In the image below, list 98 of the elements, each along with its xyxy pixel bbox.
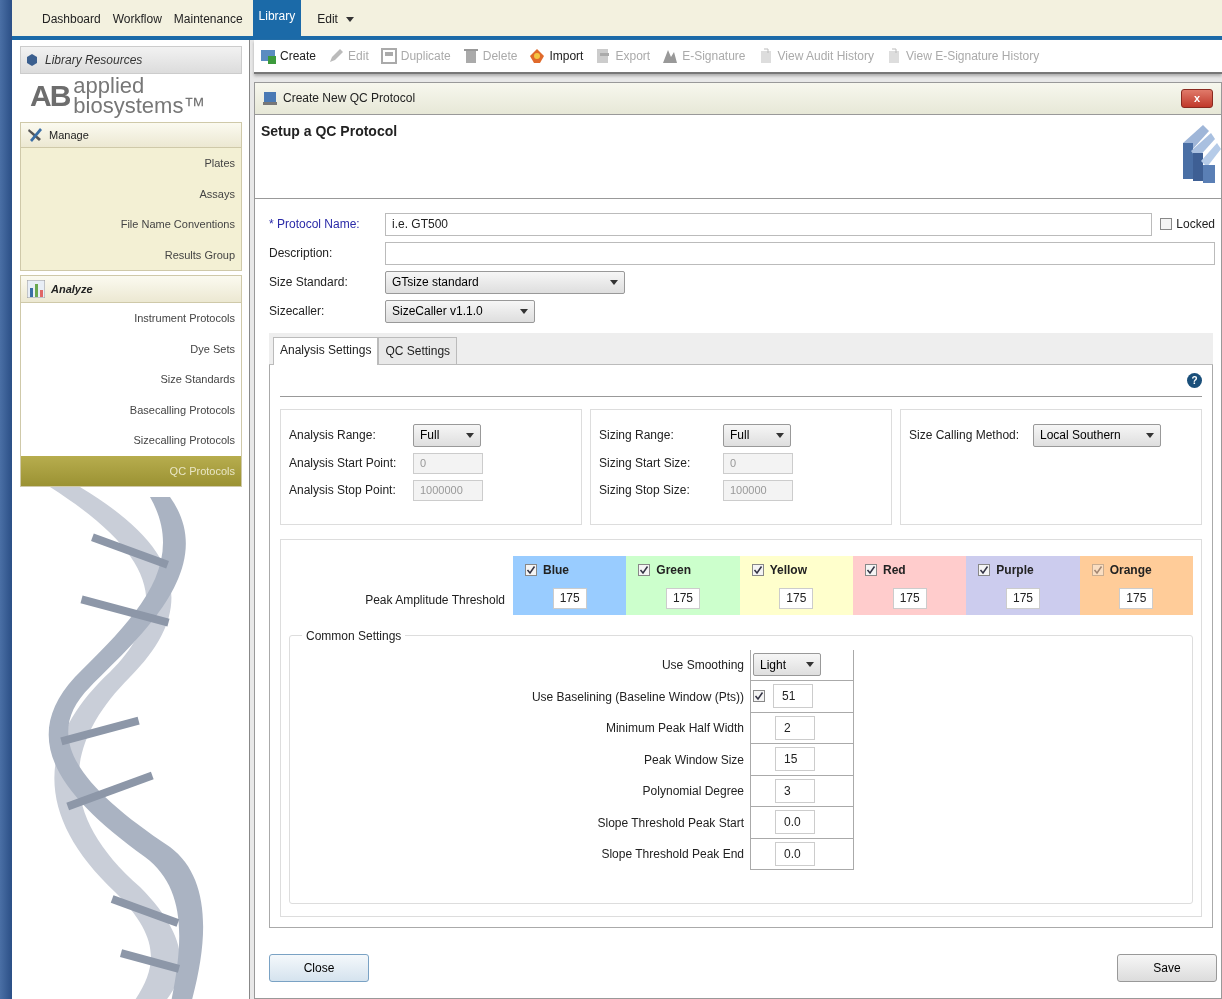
number-field[interactable]: 15 (775, 747, 815, 772)
caret-icon (806, 662, 814, 668)
field-label: Minimum Peak Half Width (604, 720, 745, 738)
field-label: Sizing Range: (599, 427, 675, 444)
checkbox[interactable] (638, 563, 651, 576)
dropdown[interactable]: Light (753, 653, 821, 677)
checkbox[interactable] (751, 563, 764, 576)
checkbox-label: Purple (996, 561, 1034, 579)
document-icon (595, 48, 612, 64)
field-label: Sizing Stop Size: (599, 482, 691, 499)
logo-mark: AB (30, 80, 70, 111)
document-icon (380, 48, 397, 64)
toolbar-button[interactable]: Import (529, 47, 584, 65)
tab[interactable]: Analysis Settings (273, 336, 379, 365)
section-header[interactable]: Manage (20, 121, 242, 149)
field-label: Polynomial Degree (641, 783, 745, 801)
pencil-icon (328, 48, 345, 64)
checkbox-label: Blue (543, 561, 569, 579)
field-label: Size Standard: (269, 274, 349, 291)
logo-text: applied (73, 76, 145, 96)
checkbox-label: Locked (1176, 216, 1215, 233)
field-label: Analysis Range: (289, 427, 377, 444)
field-label: Slope Threshold Peak End (600, 846, 745, 864)
checkbox[interactable] (1160, 218, 1173, 230)
menu-item[interactable]: Workflow (106, 10, 168, 36)
field-label: * Protocol Name: (269, 216, 361, 233)
window-icon (260, 48, 276, 64)
toolbar-button[interactable]: Create (260, 47, 317, 65)
sidebar-item[interactable]: Results Group (21, 239, 241, 271)
window-close-button[interactable]: x (1180, 89, 1213, 108)
bar-chart-icon (27, 280, 45, 299)
number-field[interactable]: 175 (892, 587, 927, 609)
window-icon (263, 91, 277, 106)
dropdown[interactable]: Full (413, 423, 481, 447)
field-label: Peak Window Size (642, 751, 745, 769)
field-label: Slope Threshold Peak Start (596, 814, 745, 832)
caret-icon (520, 308, 528, 314)
checkbox[interactable] (753, 690, 765, 703)
dialog-button[interactable]: Save (1117, 954, 1217, 982)
name-field[interactable]: i.e. GT500 (385, 212, 1153, 236)
checkbox[interactable] (525, 563, 537, 576)
caret-icon (610, 279, 618, 285)
menu-item[interactable]: Dashboard (36, 10, 107, 36)
number-field[interactable]: 0.0 (775, 810, 815, 835)
number-field[interactable]: 3 (775, 778, 815, 803)
section-title: Manage (49, 127, 89, 143)
sidebar-item[interactable]: Basecalling Protocols (21, 394, 241, 426)
caret-icon (776, 432, 784, 438)
dropdown[interactable]: GTsize standard (385, 270, 625, 294)
trash-icon (462, 48, 479, 64)
field-label: Use Baselining (Baseline Window (Pts)) (530, 688, 745, 706)
field-label: Peak Amplitude Threshold (364, 591, 506, 609)
field-label: Use Smoothing (660, 657, 745, 675)
field-label: Analysis Start Point: (289, 455, 398, 472)
checkbox-label: Red (883, 561, 906, 579)
tab[interactable]: QC Settings (378, 336, 458, 364)
sidebar-item[interactable]: Instrument Protocols (21, 303, 241, 334)
description-field[interactable] (385, 241, 1215, 265)
panel-title: Library Resources (45, 52, 143, 69)
field-label: Size Calling Method: (909, 427, 1021, 444)
menu-item[interactable]: Library (252, 0, 302, 36)
caret-icon (466, 432, 474, 438)
checkbox-label: Yellow (769, 561, 807, 579)
number-field[interactable]: 175 (1005, 587, 1040, 609)
sidebar-item[interactable]: File Name Conventions (21, 209, 241, 240)
number-field[interactable]: 0.0 (775, 841, 815, 866)
checkbox-label: Green (656, 561, 691, 579)
field-label: Sizing Start Size: (599, 455, 692, 472)
dropdown[interactable]: SizeCaller v1.1.0 (385, 299, 535, 323)
caret-icon (1146, 432, 1154, 438)
number-field[interactable]: 2 (775, 715, 815, 740)
field-label: Analysis Stop Point: (289, 482, 397, 499)
sidebar-item[interactable]: Sizecalling Protocols (21, 425, 241, 456)
section-header[interactable]: Analyze (20, 275, 242, 304)
sidebar-item[interactable]: Size Standards (21, 364, 241, 395)
sidebar-item[interactable]: Dye Sets (21, 333, 241, 365)
checkbox-label: Orange (1109, 561, 1152, 579)
checkbox[interactable] (978, 563, 991, 576)
menu-item[interactable]: Maintenance (167, 10, 249, 36)
cube-icon (27, 54, 37, 66)
section-title: Analyze (51, 281, 93, 297)
field-label: Sizecaller: (269, 303, 326, 320)
dialog-button[interactable]: Close (269, 954, 369, 982)
dialog-title: Create New QC Protocol (283, 90, 416, 108)
help-icon[interactable]: ? (1187, 372, 1202, 388)
sidebar-item[interactable]: Assays (21, 178, 241, 210)
number-field[interactable]: 175 (779, 587, 814, 609)
menu-item[interactable]: Edit (311, 10, 360, 36)
field-label: Description: (269, 245, 334, 262)
sidebar-item[interactable]: Plates (21, 148, 241, 179)
document-icon (886, 48, 902, 64)
number-field[interactable]: 51 (773, 684, 813, 709)
number-field[interactable]: 175 (552, 587, 587, 609)
dropdown[interactable]: Local Southern (1033, 423, 1161, 447)
checkbox[interactable] (865, 563, 877, 576)
section-title: Setup a QC Protocol (261, 121, 398, 141)
number-field[interactable]: 175 (666, 587, 700, 609)
dropdown[interactable]: Full (723, 423, 791, 447)
